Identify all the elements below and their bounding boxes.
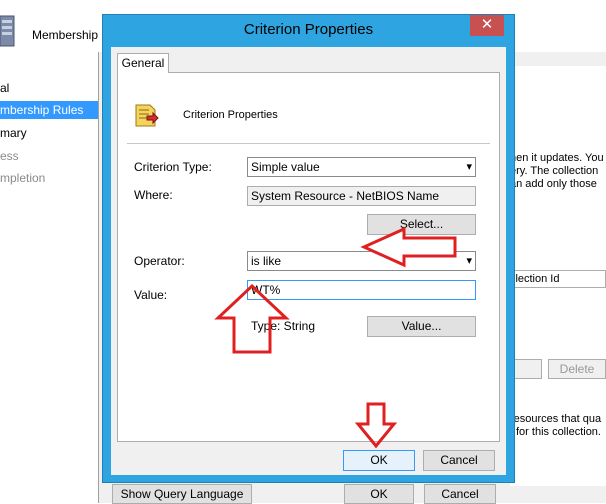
server-icon [0, 15, 15, 47]
tab-general[interactable]: General [117, 53, 169, 73]
bottom-text-line-2: for this collection. [516, 426, 601, 438]
bottom-text-line-1: resources that qua [510, 413, 602, 425]
operator-value: is like [251, 254, 282, 268]
description-line-1: hen it updates. You [510, 152, 604, 164]
dialog-ok-button[interactable]: OK [343, 450, 415, 471]
dialog-cancel-button[interactable]: Cancel [423, 450, 495, 471]
wizard-cancel-button[interactable]: Cancel [424, 484, 496, 504]
criterion-type-value: Simple value [251, 160, 320, 174]
nav-item-general[interactable]: al [0, 79, 98, 97]
criterion-type-dropdown[interactable]: Simple value ▾ [247, 157, 476, 177]
nav-item-membership-rules[interactable]: mbership Rules [0, 101, 98, 119]
nav-item-completion: mpletion [0, 171, 46, 185]
value-button[interactable]: Value... [367, 316, 476, 337]
criterion-heading: Criterion Properties [183, 109, 278, 121]
chevron-down-icon: ▾ [466, 255, 472, 267]
delete-button: Delete [548, 359, 606, 379]
operator-dropdown[interactable]: is like ▾ [247, 251, 476, 271]
wizard-nav: al mbership Rules mary ess mpletion [0, 52, 98, 503]
chevron-down-icon: ▾ [466, 161, 472, 173]
description-line-2: ery. The collection [510, 165, 599, 177]
operator-label: Operator: [134, 254, 185, 268]
nav-item-summary[interactable]: mary [0, 124, 98, 142]
dialog-body: General Criterion Properties Criterion T… [111, 47, 506, 475]
criterion-icon [135, 104, 159, 127]
where-field: System Resource - NetBIOS Name [247, 186, 476, 206]
criterion-type-label: Criterion Type: [134, 160, 212, 174]
column-header-collection-id[interactable]: llection Id [510, 270, 606, 288]
close-button[interactable]: ✕ [470, 15, 504, 36]
wizard-title: Membership [32, 28, 99, 42]
header-divider [127, 143, 490, 144]
criterion-properties-dialog: Criterion Properties ✕ General Criterion… [102, 14, 515, 483]
value-input[interactable]: WT% [247, 280, 476, 300]
description-line-3: an add only those [510, 178, 597, 190]
close-icon: ✕ [480, 16, 494, 33]
where-label: Where: [134, 188, 173, 202]
edit-button [512, 359, 542, 379]
value-label: Value: [134, 288, 168, 302]
dialog-title: Criterion Properties [243, 21, 374, 38]
show-query-language-button[interactable]: Show Query Language [112, 484, 252, 504]
select-button[interactable]: Select... [367, 214, 476, 235]
type-text: Type: String [251, 319, 316, 333]
wizard-ok-button[interactable]: OK [344, 484, 414, 504]
nav-item-progress: ess [0, 149, 19, 163]
